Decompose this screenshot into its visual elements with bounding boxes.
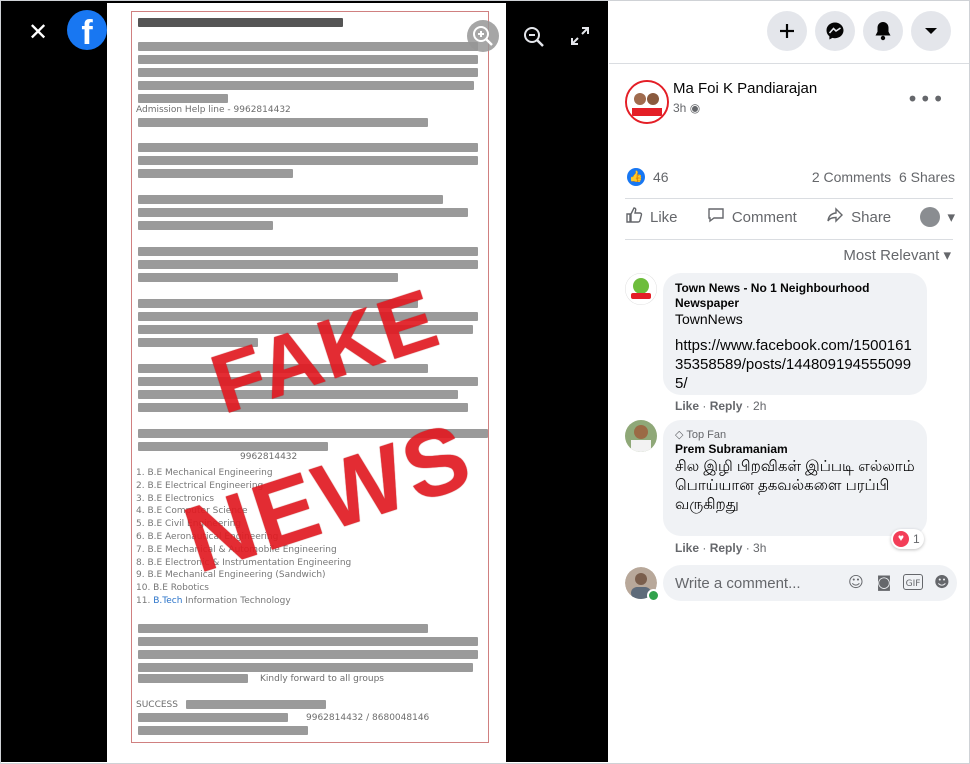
commenter-avatar[interactable] [625,420,657,452]
fullscreen-icon[interactable] [567,23,599,55]
comment-bubble: Town News - No 1 Neighbourhood Newspaper… [663,273,927,395]
comment-subtitle: TownNews [675,311,743,327]
facebook-logo[interactable]: f [67,10,107,50]
zoom-out-icon[interactable] [518,21,550,53]
zoom-in-icon[interactable] [467,20,499,52]
shares-count[interactable]: 6 Shares [899,169,955,185]
comment-text: சில இழி பிறவிகள் இப்படி எல்லாம் பொய்யான … [675,458,915,513]
author-avatar[interactable] [625,80,669,124]
post-panel: Ma Foi K Pandiarajan 3h ◉ ••• 👍 46 2 Com… [609,1,969,762]
globe-icon: ◉ [689,101,701,115]
sort-label: Most Relevant [843,247,940,264]
caret-down-icon: ▾ [947,209,955,226]
comment-sort-dropdown[interactable]: Most Relevant ▾ [843,246,951,264]
comment-button[interactable]: Comment [707,206,797,228]
share-label: Share [851,208,892,226]
comment-reply-button[interactable]: Reply [710,399,743,413]
comment-composer: ☺ ◙ GIF ☻ [663,565,957,601]
post-time-text: 3h [673,101,687,115]
photo-viewer: ✕ f Admission Help line - 9962814432 996… [1,1,608,762]
comment-author[interactable]: Prem Subramaniam [675,442,915,457]
help-line-text: Admission Help line - 9962814432 [136,105,291,115]
post-time[interactable]: 3h ◉ [673,101,700,115]
comment-like-button[interactable]: Like [675,541,699,555]
course-num: 11. [136,595,151,606]
comment-link[interactable]: https://www.facebook.com/150016135358589… [675,336,915,393]
more-options-icon[interactable]: ••• [907,87,945,111]
bell-icon[interactable] [863,11,903,51]
caret-down-icon: ▾ [943,247,951,264]
like-label: Like [650,208,678,226]
comment-bubble: ◇ Top Fan Prem Subramaniam சில இழி பிறவி… [663,420,927,536]
camera-icon[interactable]: ◙ [875,573,893,591]
user-avatar-icon [920,207,941,227]
comment-time[interactable]: 3h [753,541,766,555]
emoji-icon[interactable]: ☺ [847,573,865,591]
caret-down-icon[interactable] [911,11,951,51]
post-counts: 2 Comments 6 Shares [812,169,955,185]
diamond-icon: ◇ [675,429,684,441]
plus-icon[interactable] [767,11,807,51]
comment-author[interactable]: Town News - No 1 Neighbourhood Newspaper [675,281,915,311]
commenter-avatar[interactable] [625,273,657,305]
post-actions: Like Comment Share ▾ [625,199,955,235]
comments-count[interactable]: 2 Comments [812,169,891,185]
like-reaction-icon: 👍 [627,168,645,186]
gif-icon[interactable]: GIF [903,574,923,590]
phones-text: 9962814432 / 8680048146 [306,713,430,723]
fake-news-document: Admission Help line - 9962814432 9962814… [131,11,489,743]
thumbs-up-icon [625,206,643,228]
post-photo[interactable]: Admission Help line - 9962814432 9962814… [107,3,506,762]
heart-icon: ♥ [893,531,909,547]
header-divider [609,63,969,64]
reaction-count: 1 [913,532,920,546]
messenger-icon[interactable] [815,11,855,51]
success-text: SUCCESS [136,700,178,710]
top-fan-label: Top Fan [686,429,727,441]
audience-selector[interactable]: ▾ [920,207,955,227]
share-button[interactable]: Share [826,206,891,228]
comment-reactions[interactable]: ♥ 1 [891,529,924,549]
kindly-forward-text: Kindly forward to all groups [260,674,384,684]
close-icon[interactable]: ✕ [23,17,53,47]
comment-like-button[interactable]: Like [675,399,699,413]
like-count[interactable]: 46 [653,169,669,185]
header-actions [767,11,951,51]
composer-icons: ☺ ◙ GIF ☻ [847,573,951,591]
sticker-icon[interactable]: ☻ [933,573,951,591]
actions-divider-bottom [625,239,953,240]
btech-text: B.Tech [153,595,183,606]
like-button[interactable]: Like [625,206,678,228]
online-status-dot [647,589,660,602]
share-icon [826,206,844,228]
comment-reply-button[interactable]: Reply [710,541,743,555]
comment-icon [707,206,725,228]
comment-meta: Like · Reply · 3h [675,541,767,555]
post-author-name[interactable]: Ma Foi K Pandiarajan [673,80,817,97]
comment-time[interactable]: 2h [753,399,766,413]
top-fan-badge: ◇ Top Fan [675,428,915,442]
comment-label: Comment [731,208,797,226]
comment-input[interactable] [675,565,835,601]
comment-meta: Like · Reply · 2h [675,399,767,413]
